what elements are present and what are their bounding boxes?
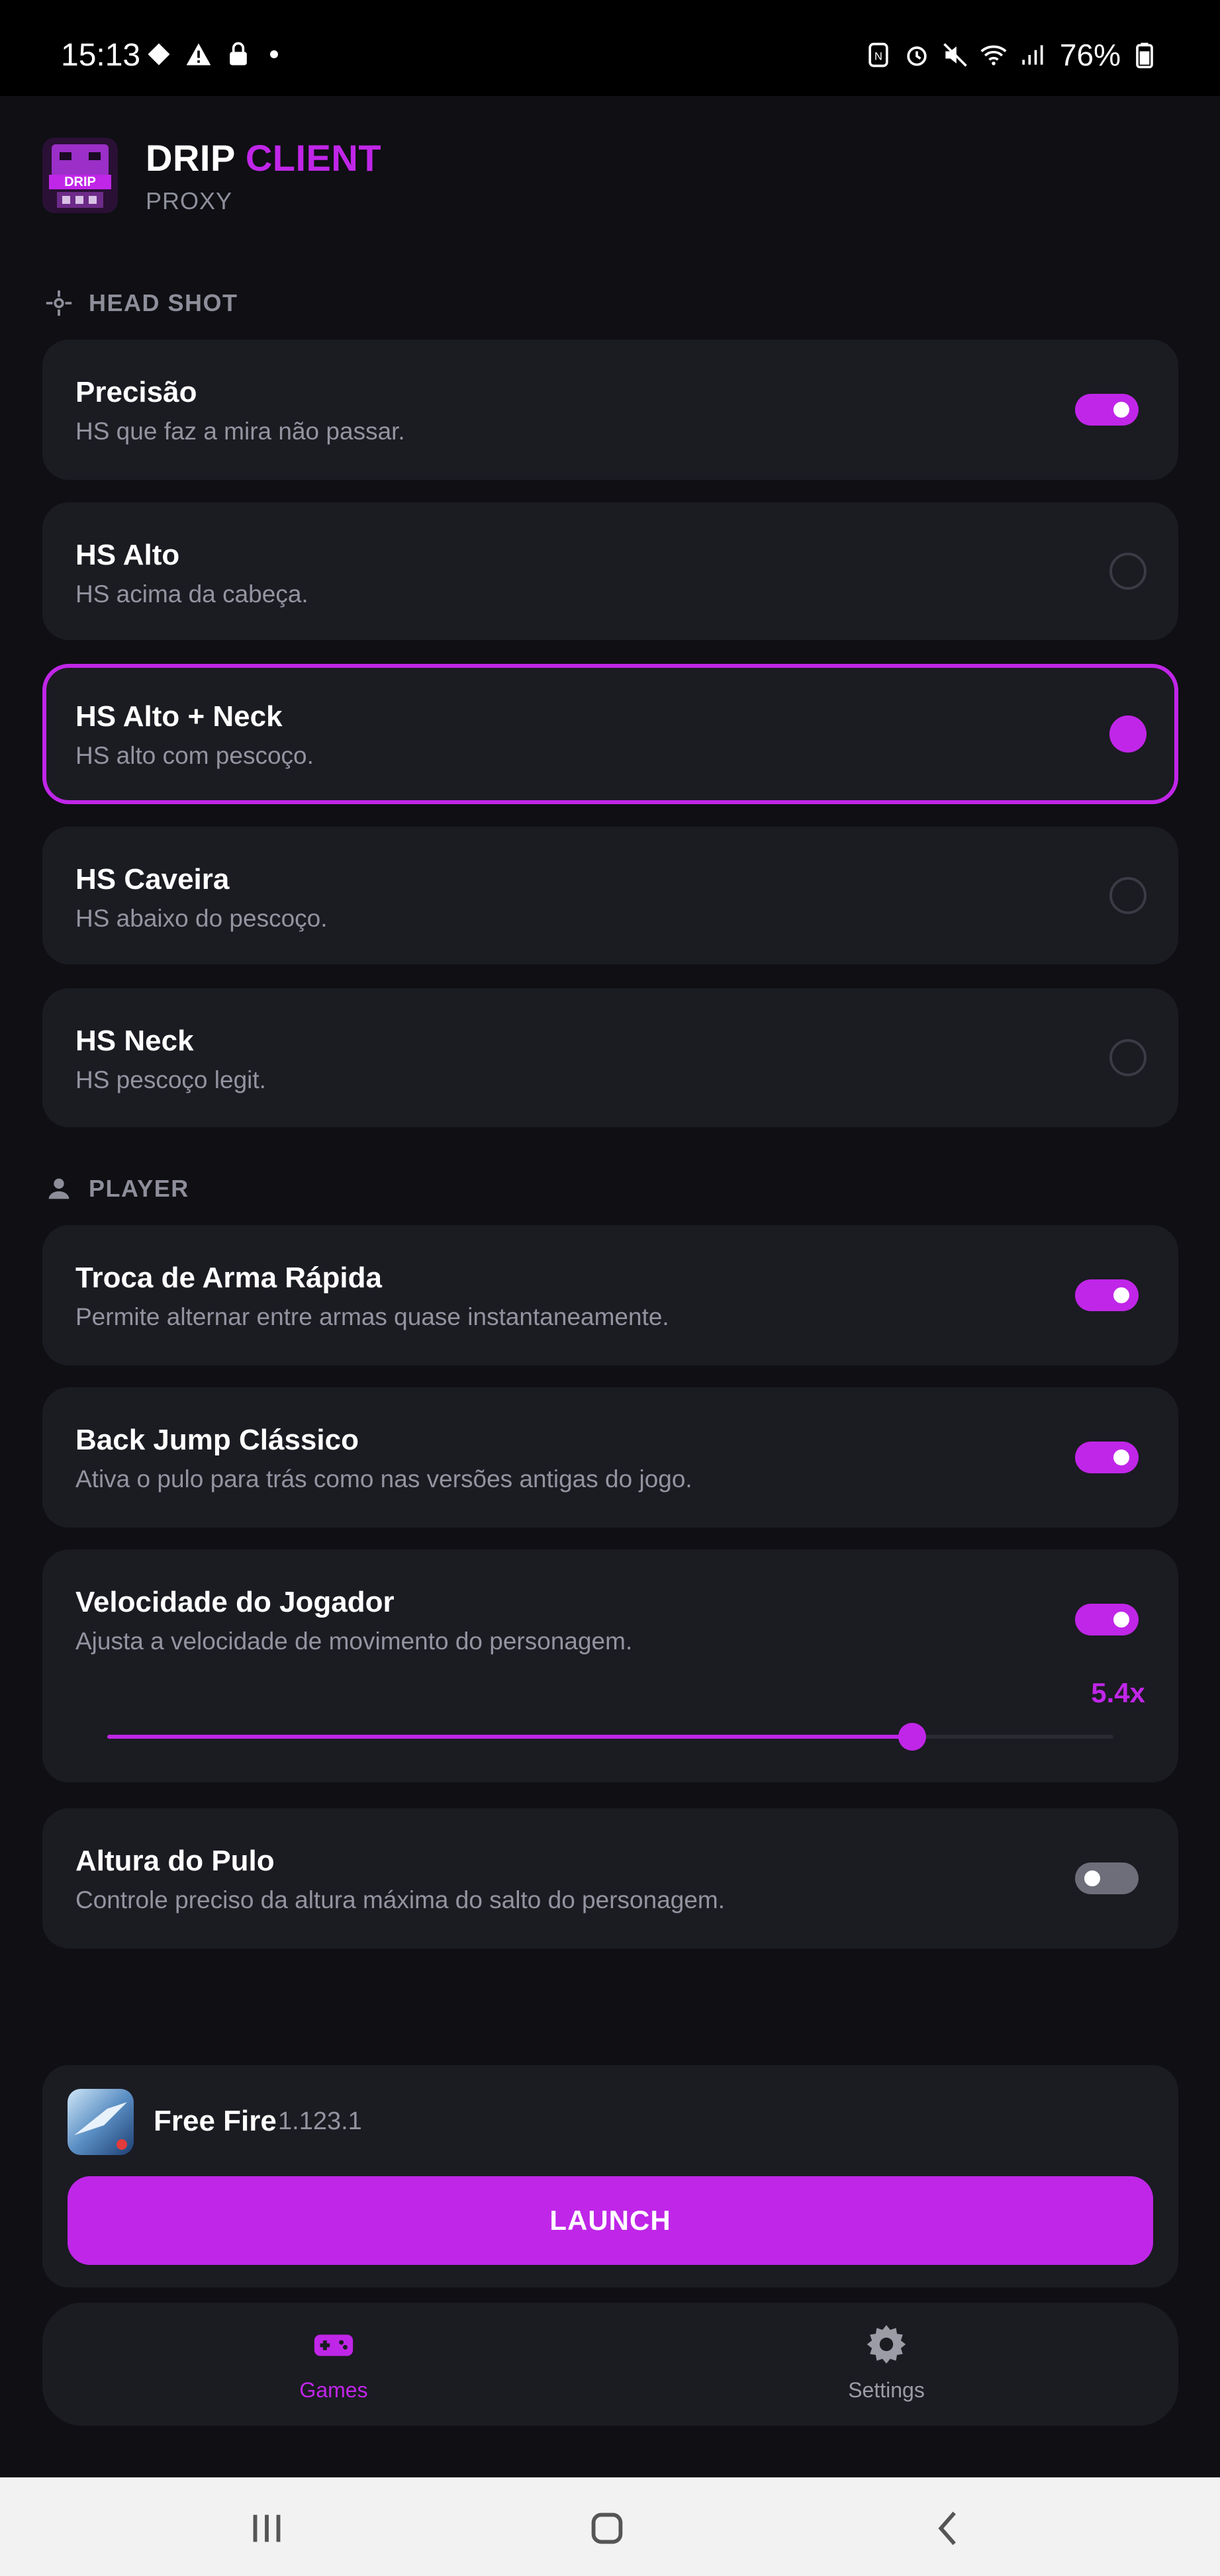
speed-slider-fill [107,1735,912,1739]
hs-alto-neck-radio[interactable] [1109,715,1147,753]
altura-pulo-toggle[interactable] [1075,1863,1139,1894]
signal-icon [1022,45,1043,65]
option-title: Velocidade do Jogador [75,1586,395,1618]
option-card-back-jump[interactable]: Back Jump Clássico Ativa o pulo para trá… [42,1387,1178,1528]
option-description: HS acima da cabeça. [75,580,308,608]
option-card-precisao[interactable]: Precisão HS que faz a mira não passar. [42,340,1178,480]
app-screen: DRIP DRIP CLIENT PROXY HEAD SHOT Precisã… [0,96,1220,2477]
speed-value: 5.4x [1091,1677,1145,1708]
game-name: Free Fire [154,2105,277,2137]
option-description: HS que faz a mira não passar. [75,418,405,445]
option-card-velocidade[interactable]: Velocidade do Jogador Ajusta a velocidad… [42,1549,1178,1782]
logo-text: DRIP [64,175,96,189]
mute-icon [943,43,967,67]
section-head-shot: HEAD SHOT [44,288,238,318]
free-fire-game-icon [68,2089,134,2155]
option-card-hs-caveira[interactable]: HS Caveira HS abaixo do pescoço. [42,827,1178,964]
gear-icon [867,2324,906,2364]
home-icon[interactable] [584,2505,630,2552]
notification-dot-icon [270,50,278,58]
option-description: Controle preciso da altura máxima do sal… [75,1886,726,1913]
gamepad-icon [314,2334,353,2356]
option-card-hs-neck[interactable]: HS Neck HS pescoço legit. [42,988,1178,1127]
nav-games-tab[interactable]: Games [234,2321,433,2403]
crosshair-icon [46,290,72,316]
speed-slider[interactable] [107,1723,1113,1751]
game-launch-card: Free Fire 1.123.1 LAUNCH [42,2065,1178,2287]
precisao-toggle[interactable] [1075,394,1139,426]
option-title: Precisão [75,376,197,408]
velocidade-toggle[interactable] [1075,1604,1139,1635]
alarm-icon [907,46,927,66]
option-description: HS abaixo do pescoço. [75,905,328,932]
drip-logo: DRIP [42,138,118,213]
warning-icon [186,43,211,66]
back-jump-toggle[interactable] [1075,1442,1139,1473]
option-title: Back Jump Clássico [75,1424,359,1456]
recent-apps-icon[interactable] [244,2505,290,2552]
option-description: HS pescoço legit. [75,1066,266,1093]
nfc-icon: N [868,42,888,68]
status-bar: 15:13 N 76% [0,0,1220,96]
hs-caveira-radio[interactable] [1109,877,1147,914]
option-title: HS Alto + Neck [75,700,283,733]
option-description: Ajusta a velocidade de movimento do pers… [75,1628,633,1655]
lock-icon [230,42,247,66]
option-card-troca-arma[interactable]: Troca de Arma Rápida Permite alternar en… [42,1225,1178,1365]
option-card-hs-alto-neck[interactable]: HS Alto + Neck HS alto com pescoço. [42,664,1178,804]
option-title: HS Alto [75,539,180,571]
wifi-icon [980,45,1007,66]
status-time: 15:13 [61,38,141,73]
section-head-shot-label: HEAD SHOT [89,289,238,316]
option-title: Altura do Pulo [75,1845,275,1877]
nav-settings-tab[interactable]: Settings [787,2321,986,2403]
app-header: DRIP DRIP CLIENT PROXY [42,132,381,218]
launch-button[interactable]: LAUNCH [68,2176,1153,2265]
game-icon [148,43,170,66]
nav-settings-label: Settings [848,2378,925,2402]
hs-alto-radio[interactable] [1109,553,1147,590]
svg-text:N: N [874,50,882,62]
app-title: DRIP CLIENT [146,136,382,179]
app-subtitle: PROXY [146,187,233,214]
option-title: HS Neck [75,1025,194,1057]
option-description: Permite alternar entre armas quase insta… [75,1303,669,1330]
hs-neck-radio[interactable] [1109,1039,1147,1076]
section-player-label: PLAYER [89,1175,189,1202]
option-description: HS alto com pescoço. [75,742,314,769]
back-icon[interactable] [925,2505,972,2552]
option-card-hs-alto[interactable]: HS Alto HS acima da cabeça. [42,502,1178,640]
troca-arma-toggle[interactable] [1075,1279,1139,1311]
game-version: 1.123.1 [278,2107,362,2135]
battery-icon [1136,42,1153,69]
section-player: PLAYER [44,1173,189,1204]
option-title: Troca de Arma Rápida [75,1262,382,1294]
person-icon [48,1178,70,1199]
nav-games-label: Games [299,2378,368,2402]
option-card-altura-pulo[interactable]: Altura do Pulo Controle preciso da altur… [42,1808,1178,1949]
option-title: HS Caveira [75,863,230,896]
bottom-navigation: Games Settings [42,2303,1178,2426]
option-description: Ativa o pulo para trás como nas versões … [75,1465,692,1493]
speed-slider-thumb[interactable] [898,1723,926,1751]
android-navigation-bar [0,2477,1220,2576]
battery-percent: 76% [1059,38,1121,72]
